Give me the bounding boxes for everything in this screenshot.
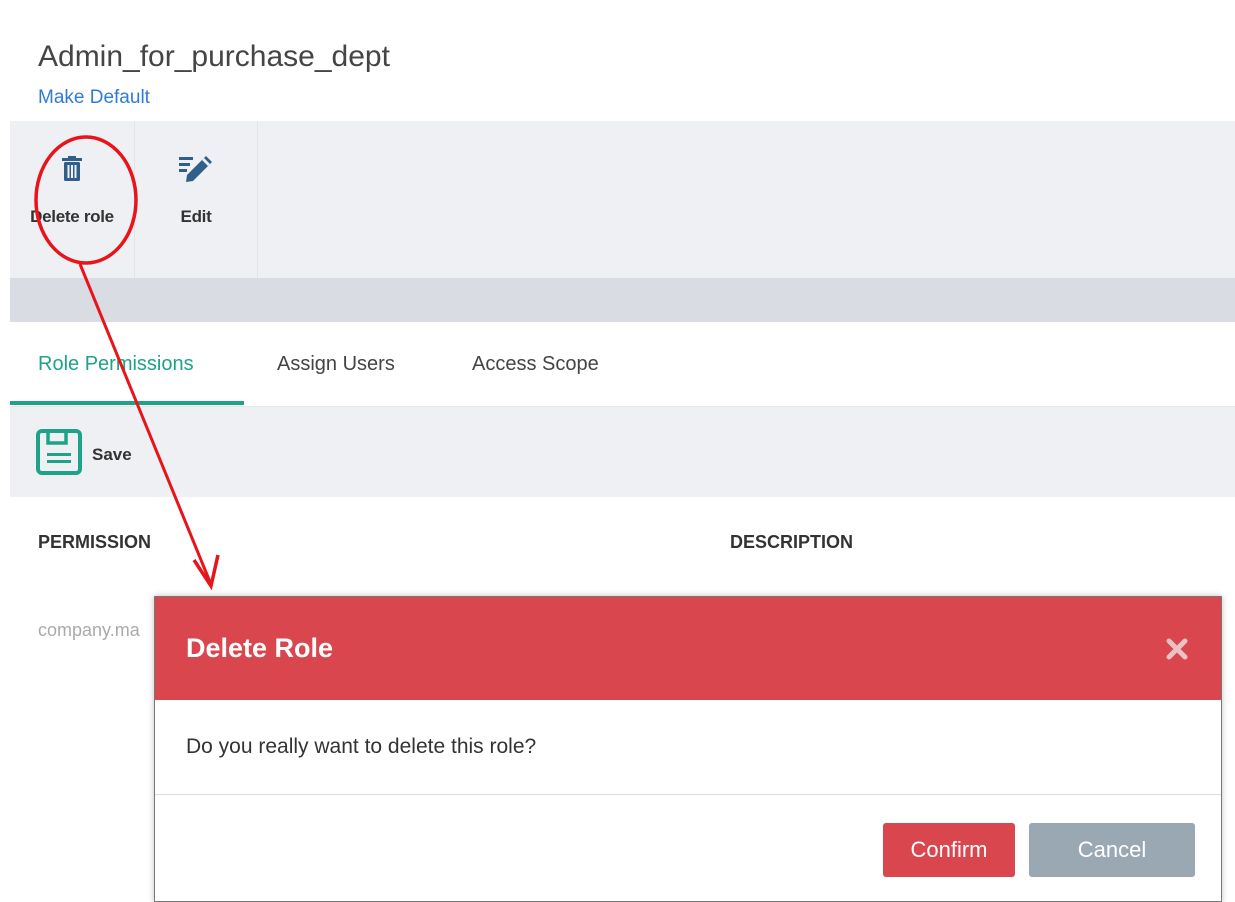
tab-assign-users[interactable]: Assign Users: [277, 322, 395, 406]
tab-access-scope[interactable]: Access Scope: [472, 322, 599, 406]
dialog-divider: [155, 794, 1221, 795]
delete-role-dialog: Delete Role Do you really want to delete…: [154, 596, 1222, 902]
dialog-header: Delete Role: [155, 597, 1221, 700]
edit-pencil-icon: [179, 149, 213, 189]
delete-role-button[interactable]: Delete role: [10, 121, 134, 278]
edit-label: Edit: [180, 207, 212, 226]
delete-role-label: Delete role: [30, 207, 114, 226]
active-tab-indicator: [10, 401, 244, 405]
edit-button[interactable]: Edit: [135, 121, 257, 278]
action-bar: Save: [10, 407, 1235, 497]
dialog-title: Delete Role: [186, 633, 334, 663]
role-details-page: Admin_for_purchase_dept Make Default Del…: [10, 10, 1235, 902]
confirm-button[interactable]: Confirm: [883, 823, 1015, 877]
toolbar-band: [10, 278, 1235, 322]
save-button[interactable]: Save: [36, 429, 132, 480]
role-toolbar: Delete role Edit: [10, 121, 1235, 278]
trash-icon: [61, 149, 83, 189]
tab-bar: Role Permissions Assign Users Access Sco…: [10, 322, 1235, 407]
floppy-disk-icon: [36, 429, 82, 480]
tab-role-permissions[interactable]: Role Permissions: [38, 322, 194, 406]
dialog-message: Do you really want to delete this role?: [186, 735, 537, 758]
make-default-link[interactable]: Make Default: [38, 87, 150, 109]
toolbar-divider: [257, 121, 258, 278]
page-title: Admin_for_purchase_dept: [38, 40, 390, 73]
cancel-button[interactable]: Cancel: [1029, 823, 1195, 877]
column-header-permission: PERMISSION: [38, 532, 152, 552]
save-label: Save: [92, 444, 132, 464]
table-row: company.ma: [38, 620, 140, 640]
close-icon[interactable]: [1159, 631, 1195, 667]
column-header-description: DESCRIPTION: [730, 532, 854, 552]
